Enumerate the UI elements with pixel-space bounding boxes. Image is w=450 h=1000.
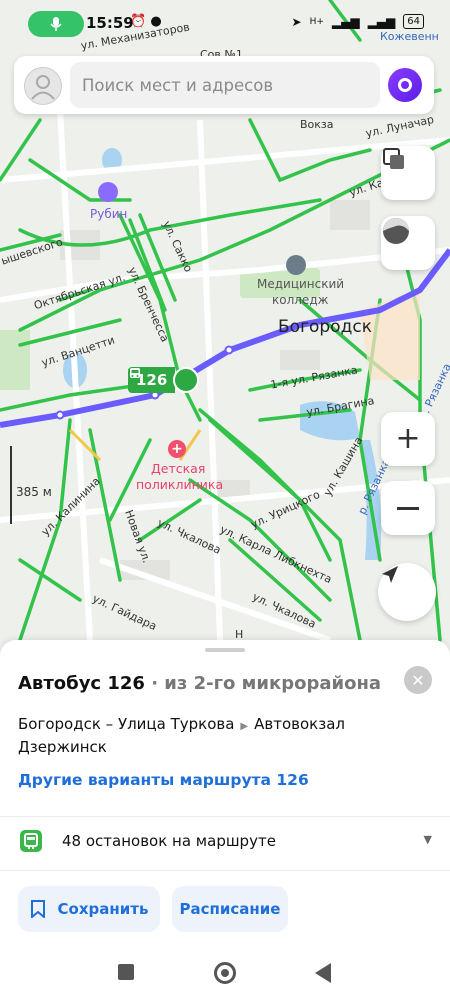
route-title-sub: · из 2-го микрорайона [144, 673, 382, 694]
route-to-city: Дзержинск [18, 738, 107, 756]
schedule-button-label: Расписание [179, 900, 281, 918]
layers-icon [383, 148, 404, 169]
status-time: 15:59 [86, 14, 134, 32]
signal-type: H+ [309, 16, 324, 27]
traffic-toggle-button[interactable] [381, 216, 435, 270]
signal-icon-2: ▂▄▆ [367, 14, 396, 29]
back-button[interactable] [315, 963, 331, 983]
plus-icon: + [395, 421, 421, 456]
route-sheet: Автобус 126 · из 2-го микрорайона ✕ Бого… [0, 640, 450, 1000]
save-button[interactable]: Сохранить [18, 886, 160, 932]
close-button[interactable]: ✕ [404, 666, 432, 694]
status-left-icons: ⏰ ● [130, 14, 162, 29]
route-description: Богородск – Улица Туркова ▶ Автовокзал Дзе… [18, 714, 418, 758]
scale-label: 385 м [16, 485, 52, 499]
system-nav-bar [0, 948, 450, 1000]
stops-count: 48 остановок на маршруте [62, 832, 276, 850]
recent-apps-button[interactable] [118, 964, 134, 980]
bus-icon [130, 367, 200, 393]
hotel-icon[interactable] [98, 182, 118, 202]
zoom-out-button[interactable] [381, 481, 435, 535]
chevron-down-icon: ▼ [423, 833, 432, 846]
location-icon: ● [150, 14, 162, 29]
route-arrow-icon: ▶ [240, 721, 249, 732]
route-to: Автовокзал [254, 715, 345, 733]
user-icon [31, 75, 55, 100]
college-label-1[interactable]: Медицинский [257, 277, 344, 291]
scale-bar [10, 446, 12, 524]
layers-button[interactable] [381, 146, 435, 200]
battery-icon: 64 [403, 14, 424, 29]
alice-assistant-icon[interactable] [388, 68, 422, 102]
college-icon[interactable] [286, 255, 306, 275]
route-title-main: Автобус 126 [18, 673, 145, 694]
status-right: ➤ H+ ▂▄▆ ▂▄▆ 64 [292, 14, 424, 29]
minus-icon [397, 506, 419, 510]
clinic-icon[interactable]: + [168, 440, 186, 458]
college-label-2[interactable]: колледж [272, 293, 328, 307]
city-label: Богородск [278, 317, 372, 337]
bus-stop-icon [20, 830, 42, 852]
navigation-arrow-icon [382, 566, 398, 583]
signal-icon: ▂▄▆ [331, 14, 360, 29]
close-icon: ✕ [411, 670, 425, 690]
hotel-label[interactable]: Рубин [90, 207, 127, 221]
sheet-handle[interactable] [205, 648, 245, 652]
clinic-label-2[interactable]: поликлиника [136, 477, 223, 492]
zoom-in-button[interactable]: + [381, 412, 435, 466]
my-location-button[interactable] [378, 563, 436, 621]
mic-icon [50, 17, 62, 31]
search-input[interactable]: Поиск мест и адресов [70, 62, 380, 108]
avatar[interactable] [24, 67, 62, 105]
other-variants-link[interactable]: Другие варианты маршрута 126 [18, 771, 309, 789]
nav-status-icon: ➤ [291, 14, 302, 29]
route-title: Автобус 126 · из 2-го микрорайона [18, 673, 381, 694]
bus-badge[interactable]: 126 [128, 367, 200, 393]
alarm-icon: ⏰ [130, 14, 147, 29]
search-bar: Поиск мест и адресов [14, 56, 434, 114]
stops-row[interactable]: 48 остановок на маршруте ▼ [0, 816, 450, 868]
clinic-label-1[interactable]: Детская [151, 461, 205, 476]
schedule-button[interactable]: Расписание [172, 886, 288, 932]
status-bar: 15:59 ⏰ ● ➤ H+ ▂▄▆ ▂▄▆ 64 [0, 0, 450, 46]
mic-indicator [28, 11, 84, 37]
bookmark-icon [30, 900, 45, 918]
traffic-icon [383, 218, 409, 244]
street-label-voksal: Вокза [300, 118, 334, 131]
home-button[interactable] [214, 962, 236, 984]
save-button-label: Сохранить [57, 900, 149, 918]
route-from: Богородск – Улица Туркова [18, 715, 235, 733]
divider [0, 870, 450, 871]
